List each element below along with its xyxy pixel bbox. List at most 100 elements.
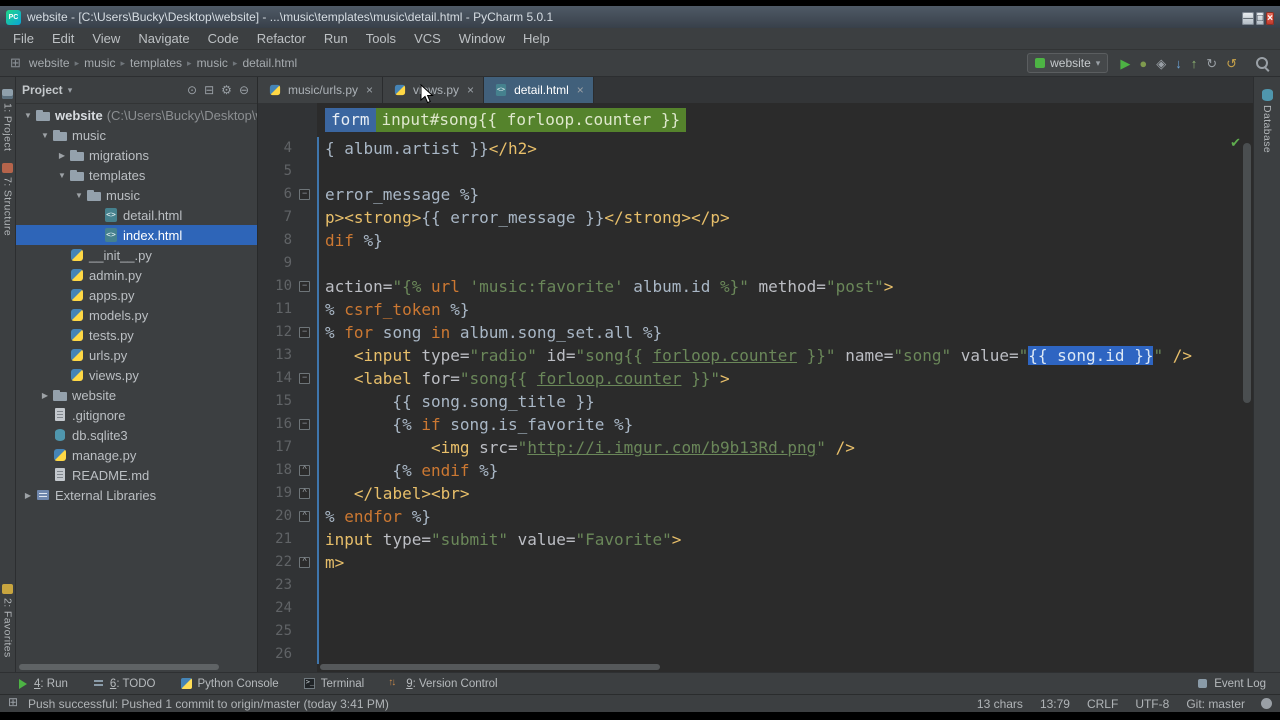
tree-item-manage-py[interactable]: manage.py <box>16 445 257 465</box>
close-tab-icon[interactable]: × <box>577 83 584 97</box>
inspector-icon[interactable] <box>1261 698 1272 709</box>
tree-item-readme-md[interactable]: README.md <box>16 465 257 485</box>
tree-item-music[interactable]: ▼ music <box>16 125 257 145</box>
fold-start-icon[interactable]: − <box>292 275 317 298</box>
code-line[interactable]: 6− error_message %} <box>258 183 1253 206</box>
code-line[interactable]: 17 <img src="http://i.imgur.com/b9b13Rd.… <box>258 436 1253 459</box>
tree-expand-icon[interactable]: ▶ <box>22 491 34 500</box>
tree-item-external-libraries[interactable]: ▶ External Libraries <box>16 485 257 505</box>
code-line[interactable]: 8 dif %} <box>258 229 1253 252</box>
code-line[interactable]: 23 <box>258 574 1253 597</box>
tool-button-6-todo[interactable]: 6: TODO <box>92 677 156 690</box>
breadcrumb-item-detail-html[interactable]: detail.html <box>242 56 297 70</box>
menu-item-view[interactable]: View <box>83 29 129 48</box>
tree-expand-icon[interactable]: ▶ <box>56 151 68 160</box>
tree-item-db-sqlite3[interactable]: db.sqlite3 <box>16 425 257 445</box>
code-line[interactable]: 16− {% if song.is_favorite %} <box>258 413 1253 436</box>
fold-end-icon[interactable]: ^ <box>292 459 317 482</box>
menu-item-refactor[interactable]: Refactor <box>248 29 315 48</box>
tab-detail-html[interactable]: detail.html × <box>484 77 594 103</box>
code-line[interactable]: 25 <box>258 620 1253 643</box>
editor-horizontal-scrollbar[interactable] <box>320 664 660 670</box>
fold-start-icon[interactable]: − <box>292 183 317 206</box>
tree-item-templates[interactable]: ▼ templates <box>16 165 257 185</box>
code-line[interactable]: 24 <box>258 597 1253 620</box>
coverage-icon[interactable]: ◈ <box>1156 57 1166 70</box>
menu-item-run[interactable]: Run <box>315 29 357 48</box>
maximize-button[interactable]: □ <box>1256 12 1265 25</box>
menu-item-navigate[interactable]: Navigate <box>129 29 198 48</box>
code-line[interactable]: 20 ^% endfor %} <box>258 505 1253 528</box>
status-git-master[interactable]: Git: master <box>1186 697 1245 711</box>
tool-button-7-structure[interactable]: 7: Structure <box>2 163 14 236</box>
tool-button-terminal[interactable]: Terminal <box>303 677 364 690</box>
tree-collapse-icon[interactable]: ▼ <box>39 131 51 140</box>
menu-item-tools[interactable]: Tools <box>357 29 405 48</box>
update-project-icon[interactable]: ↓ <box>1175 57 1182 70</box>
code-line[interactable]: 15 {{ song.song_title }} <box>258 390 1253 413</box>
revert-icon[interactable]: ↺ <box>1226 57 1237 70</box>
history-icon[interactable]: ↻ <box>1206 57 1217 70</box>
code-line[interactable]: 26 <box>258 643 1253 666</box>
locate-icon[interactable]: ⊙ <box>187 84 197 96</box>
status-13-chars[interactable]: 13 chars <box>977 697 1023 711</box>
debug-icon[interactable]: ● <box>1139 57 1147 70</box>
collapse-all-icon[interactable]: ⊟ <box>204 84 214 96</box>
fold-start-icon[interactable]: − <box>292 321 317 344</box>
toolwindow-toggle-icon[interactable] <box>8 695 20 710</box>
status-utf-8[interactable]: UTF-8 <box>1135 697 1169 711</box>
tree-item-init-py[interactable]: __init__.py <box>16 245 257 265</box>
tree-item-detail-html[interactable]: detail.html <box>16 205 257 225</box>
breadcrumb-item-website[interactable]: website <box>29 56 70 70</box>
tree-expand-icon[interactable]: ▶ <box>39 391 51 400</box>
editor-vertical-scrollbar[interactable] <box>1243 143 1251 403</box>
tree-collapse-icon[interactable]: ▼ <box>73 191 85 200</box>
tree-item-admin-py[interactable]: admin.py <box>16 265 257 285</box>
tree-item-views-py[interactable]: views.py <box>16 365 257 385</box>
tool-button-9-version-control[interactable]: 9: Version Control <box>388 677 497 690</box>
close-tab-icon[interactable]: × <box>467 83 474 97</box>
editor[interactable]: 4{ album.artist }}</h2> 5 6− error_message … <box>258 103 1253 672</box>
code-area[interactable]: 4{ album.artist }}</h2> 5 6− error_message … <box>258 103 1253 672</box>
tool-button-1-project[interactable]: 1: Project <box>2 89 14 151</box>
popup-highlighted-tag[interactable]: input#song{{ forloop.counter }} <box>375 108 687 132</box>
chevron-down-icon[interactable]: ▾ <box>68 85 73 96</box>
fold-end-icon[interactable]: ^ <box>292 505 317 528</box>
project-panel-title[interactable]: Project <box>22 83 63 97</box>
tool-button-2-favorites[interactable]: 2: Favorites <box>2 584 14 658</box>
tree-item-index-html[interactable]: index.html <box>16 225 257 245</box>
code-line[interactable]: 13 <input type="radio" id="song{{ forloo… <box>258 344 1253 367</box>
inspection-status-icon[interactable]: ✔ <box>1230 135 1241 151</box>
code-line[interactable]: 9 <box>258 252 1253 275</box>
fold-end-icon[interactable]: ^ <box>292 551 317 574</box>
tool-button-database[interactable]: Database <box>1261 89 1273 153</box>
commit-changes-icon[interactable]: ↑ <box>1191 57 1198 70</box>
tree-item-migrations[interactable]: ▶ migrations <box>16 145 257 165</box>
tree-item-website[interactable]: ▼ website (C:\Users\Bucky\Desktop\w <box>16 105 257 125</box>
menu-item-code[interactable]: Code <box>199 29 248 48</box>
menu-item-vcs[interactable]: VCS <box>405 29 450 48</box>
tab-music-urls-py[interactable]: music/urls.py × <box>258 77 384 103</box>
tree-item-music[interactable]: ▼ music <box>16 185 257 205</box>
code-line[interactable]: 18 ^ {% endif %} <box>258 459 1253 482</box>
fold-end-icon[interactable]: ^ <box>292 482 317 505</box>
menu-item-help[interactable]: Help <box>514 29 559 48</box>
run-config-select[interactable]: website ▾ <box>1027 53 1109 73</box>
breadcrumb-item-music[interactable]: music <box>197 56 228 70</box>
tree-item-tests-py[interactable]: tests.py <box>16 325 257 345</box>
menu-item-file[interactable]: File <box>4 29 43 48</box>
code-line[interactable]: 11% csrf_token %} <box>258 298 1253 321</box>
status-13-79[interactable]: 13:79 <box>1040 697 1070 711</box>
tree-item-website[interactable]: ▶ website <box>16 385 257 405</box>
run-icon[interactable]: ▶ <box>1120 57 1130 70</box>
tree-collapse-icon[interactable]: ▼ <box>22 111 34 120</box>
hide-panel-icon[interactable]: ⊖ <box>239 84 249 96</box>
minimize-button[interactable]: — <box>1242 12 1255 25</box>
fold-start-icon[interactable]: − <box>292 367 317 390</box>
tool-button-event-log[interactable]: Event Log <box>1196 677 1266 690</box>
fold-start-icon[interactable]: − <box>292 413 317 436</box>
tree-collapse-icon[interactable]: ▼ <box>56 171 68 180</box>
tree-item-models-py[interactable]: models.py <box>16 305 257 325</box>
code-line[interactable]: 12−% for song in album.song_set.all %} <box>258 321 1253 344</box>
tool-button-python-console[interactable]: Python Console <box>180 677 279 690</box>
